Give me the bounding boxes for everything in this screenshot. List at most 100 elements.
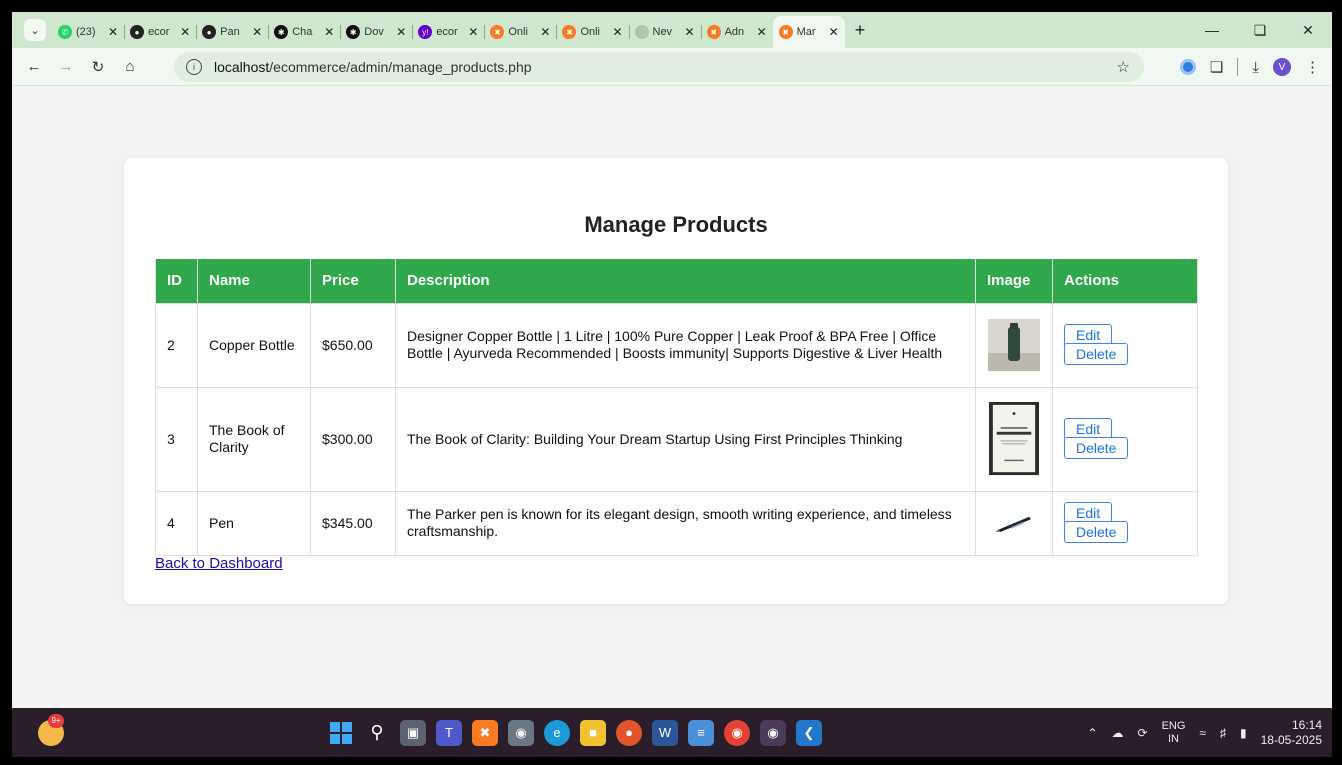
language-indicator[interactable]: ENG IN (1162, 720, 1186, 746)
search-icon[interactable]: ⚲ (364, 720, 390, 746)
restore-button[interactable]: ❏ (1236, 22, 1284, 39)
close-window-button[interactable]: ✕ (1284, 22, 1332, 39)
table-row: 2 Copper Bottle $650.00 Designer Copper … (155, 302, 1198, 388)
browser-tab[interactable]: ● Pan ✕ (196, 18, 268, 46)
chrome-icon[interactable]: ◉ (724, 719, 750, 746)
tab-close-icon[interactable]: ✕ (685, 25, 695, 39)
tab-close-icon[interactable]: ✕ (612, 25, 622, 39)
clock[interactable]: 16:14 18-05-2025 (1261, 718, 1322, 748)
tab-close-icon[interactable]: ✕ (396, 25, 406, 39)
cell-description: Designer Copper Bottle | 1 Litre | 100% … (395, 302, 976, 388)
table-header-row: ID Name Price Description Image Actions (155, 259, 1198, 304)
start-icon[interactable] (328, 720, 354, 746)
back-icon[interactable]: ← (18, 58, 50, 75)
github-icon: ● (202, 25, 217, 39)
toolbar-right-icons: ❏ ⤓ V ⋮ (1179, 48, 1320, 86)
reload-icon[interactable]: ↻ (82, 58, 114, 76)
speaker-muted-icon[interactable]: ♯ (1220, 726, 1226, 740)
column-header-id: ID (155, 259, 198, 304)
chrome-profile-icon[interactable]: ◉ (760, 719, 786, 746)
new-tab-button[interactable]: + (855, 20, 866, 41)
task-view-icon[interactable]: ▣ (400, 719, 426, 746)
column-header-name: Name (197, 259, 311, 304)
browser-tab[interactable]: ✖ Adn ✕ (700, 18, 773, 46)
yahoo-icon: y! (418, 25, 433, 39)
page-title: Manage Products (584, 212, 768, 237)
cell-image (975, 302, 1053, 388)
forward-icon[interactable]: → (50, 58, 82, 75)
xampp-icon: ✖ (778, 25, 793, 39)
table-row: 4 Pen $345.00 The Parker pen is known fo… (155, 490, 1198, 556)
address-bar[interactable]: i localhost/ecommerce/admin/manage_produ… (174, 52, 1144, 82)
xampp-icon: ✖ (490, 25, 505, 39)
browser-tab[interactable]: ✖ Mar ✕ (772, 16, 845, 48)
content-card: Manage Products ID Name Price Descriptio… (124, 158, 1228, 604)
cloud-icon[interactable]: ☁ (1112, 726, 1124, 740)
tab-close-icon[interactable]: ✕ (757, 25, 767, 39)
toolbar-divider (1237, 58, 1239, 76)
browser-tab[interactable]: y! ecor ✕ (412, 18, 484, 46)
cell-actions: Edit Delete (1052, 386, 1198, 492)
xampp-icon[interactable]: ✖ (472, 719, 498, 746)
profile-avatar[interactable]: V (1273, 58, 1291, 76)
tab-close-icon[interactable]: ✕ (829, 25, 839, 39)
menu-kebab-icon[interactable]: ⋮ (1305, 58, 1320, 76)
tab-close-icon[interactable]: ✕ (324, 25, 334, 39)
tab-title: ecor (436, 26, 458, 38)
bookmark-star-icon[interactable]: ☆ (1117, 58, 1130, 76)
browser-tab[interactable]: ✱ Cha ✕ (268, 18, 340, 46)
pen-thumbnail (992, 510, 1036, 536)
browser-tab[interactable]: ● ecor ✕ (124, 18, 196, 46)
cell-actions: Edit Delete (1052, 490, 1198, 556)
browser-tab[interactable]: ✱ Dov ✕ (340, 18, 412, 46)
book-cover-thumbnail (989, 402, 1039, 476)
notepad-icon[interactable]: ≡ (688, 719, 714, 746)
tab-title: Onli (508, 26, 528, 38)
battery-icon[interactable]: ▮ (1240, 726, 1247, 740)
extensions-puzzle-icon[interactable]: ❏ (1210, 58, 1223, 76)
firefox-icon[interactable]: ● (616, 719, 642, 746)
tab-close-icon[interactable]: ✕ (468, 25, 478, 39)
tab-close-icon[interactable]: ✕ (108, 25, 118, 39)
tab-close-icon[interactable]: ✕ (540, 25, 550, 39)
sync-icon[interactable]: ⟳ (1138, 726, 1148, 740)
notification-badge: 9+ (48, 714, 64, 728)
browser-toolbar: ← → ↻ ⌂ i localhost/ecommerce/admin/mana… (12, 48, 1332, 86)
wifi-icon[interactable]: ≈ (1199, 726, 1206, 740)
file-explorer-icon[interactable]: ■ (580, 719, 606, 746)
edge-icon[interactable]: e (544, 719, 570, 746)
home-icon[interactable]: ⌂ (114, 58, 146, 75)
delete-button[interactable]: Delete (1064, 437, 1129, 459)
browser-tab[interactable]: ✆ (23) ✕ (52, 18, 124, 46)
browser-tab[interactable]: Nev ✕ (628, 18, 701, 46)
tab-title: ecor (148, 26, 170, 38)
camera-icon[interactable]: ◉ (508, 719, 534, 746)
cell-description: The Book of Clarity: Building Your Dream… (395, 386, 976, 492)
column-header-actions: Actions (1052, 259, 1198, 304)
minimize-button[interactable]: — (1188, 22, 1236, 38)
site-info-icon[interactable]: i (186, 59, 202, 75)
delete-button[interactable]: Delete (1064, 521, 1129, 543)
extension-icon[interactable] (1179, 59, 1196, 75)
cell-name: The Book of Clarity (197, 386, 311, 492)
products-table: ID Name Price Description Image Actions … (155, 259, 1198, 556)
language-code: ENG (1161, 719, 1186, 732)
teams-icon[interactable]: T (436, 719, 462, 746)
clock-date: 18-05-2025 (1260, 732, 1322, 747)
word-icon[interactable]: W (652, 719, 678, 746)
download-icon[interactable]: ⤓ (1252, 59, 1259, 76)
back-to-dashboard-link[interactable]: Back to Dashboard (155, 555, 283, 572)
page-viewport: Manage Products ID Name Price Descriptio… (12, 86, 1332, 708)
delete-button[interactable]: Delete (1064, 343, 1129, 365)
tab-close-icon[interactable]: ✕ (252, 25, 262, 39)
tab-search-icon[interactable]: ⌄ (24, 19, 46, 41)
chevron-up-icon[interactable]: ⌃ (1087, 726, 1097, 740)
browser-tab[interactable]: ✖ Onli ✕ (556, 18, 628, 46)
vscode-icon[interactable]: ❮ (796, 719, 822, 746)
cell-name: Pen (197, 490, 311, 556)
browser-tab[interactable]: ✖ Onli ✕ (484, 18, 556, 46)
url-text[interactable]: localhost/ecommerce/admin/manage_product… (214, 59, 532, 75)
screen: ⌄ ✆ (23) ✕ ● ecor ✕ ● Pan ✕ ✱ Cha ✕ ✱ Dov ✕ y! ecor ✕ ✖ Onl… (12, 12, 1332, 757)
tab-close-icon[interactable]: ✕ (180, 25, 190, 39)
whatsapp-icon: ✆ (58, 25, 72, 39)
